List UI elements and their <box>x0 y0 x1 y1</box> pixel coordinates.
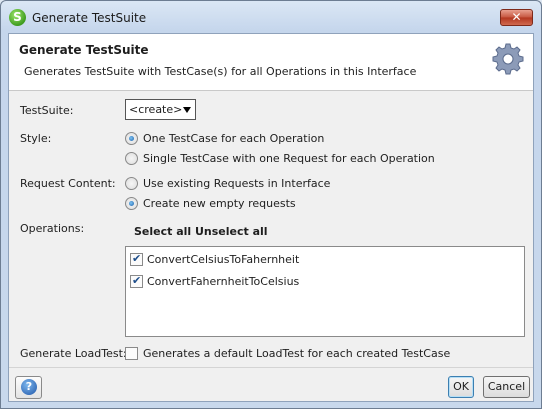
dialog-window: S Generate TestSuite ✕ Generate TestSuit… <box>0 0 542 409</box>
testsuite-label: TestSuite: <box>20 104 74 117</box>
testsuite-selected-value: <create> <box>129 103 183 116</box>
select-all-link[interactable]: Select all <box>134 225 191 238</box>
generate-loadtest-description: Generates a default LoadTest for each cr… <box>143 347 451 360</box>
unselect-all-link[interactable]: Unselect all <box>195 225 268 238</box>
request-content-label: Request Content: <box>20 177 116 190</box>
style-option-single-testcase-radio[interactable] <box>125 152 138 165</box>
window-title: Generate TestSuite <box>32 11 147 25</box>
dialog-footer: ? OK Cancel <box>9 367 533 402</box>
testsuite-select[interactable]: <create> <box>125 99 196 120</box>
help-icon: ? <box>21 379 37 395</box>
header-description: Generates TestSuite with TestCase(s) for… <box>24 65 417 78</box>
request-existing-radio[interactable] <box>125 177 138 190</box>
operation-checkbox[interactable] <box>130 274 143 288</box>
operations-label: Operations: <box>20 222 85 235</box>
cancel-button[interactable]: Cancel <box>483 376 530 398</box>
style-option-one-testcase-label: One TestCase for each Operation <box>143 132 325 145</box>
style-label: Style: <box>20 132 52 145</box>
title-bar: S Generate TestSuite ✕ <box>1 1 541 35</box>
request-create-new-radio[interactable] <box>125 197 138 210</box>
dialog-content: Generate TestSuite Generates TestSuite w… <box>8 33 534 402</box>
dropdown-arrow-icon <box>183 107 191 113</box>
header-title: Generate TestSuite <box>19 43 149 57</box>
operations-list[interactable]: ConvertCelsiusToFahernheit ConvertFahern… <box>125 246 525 337</box>
generate-loadtest-checkbox[interactable] <box>125 347 138 360</box>
operation-label: ConvertFahernheitToCelsius <box>147 275 300 288</box>
request-existing-label: Use existing Requests in Interface <box>143 177 331 190</box>
operation-label: ConvertCelsiusToFahernheit <box>147 253 300 266</box>
soapui-logo-icon: S <box>9 9 26 26</box>
gear-icon <box>492 43 524 75</box>
operation-checkbox[interactable] <box>130 252 143 266</box>
dialog-header: Generate TestSuite Generates TestSuite w… <box>9 34 533 91</box>
style-option-one-testcase-radio[interactable] <box>125 132 138 145</box>
style-option-single-testcase-label: Single TestCase with one Request for eac… <box>143 152 435 165</box>
close-button[interactable]: ✕ <box>500 9 533 26</box>
request-create-new-label: Create new empty requests <box>143 197 296 210</box>
ok-button[interactable]: OK <box>448 376 474 398</box>
help-button[interactable]: ? <box>15 376 42 399</box>
generate-loadtest-label: Generate LoadTest: <box>20 347 127 360</box>
